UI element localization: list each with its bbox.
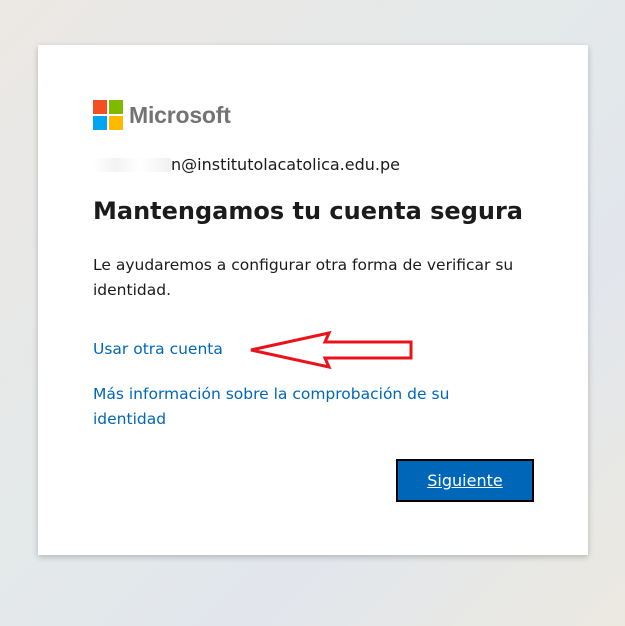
page-title: Mantengamos tu cuenta segura — [93, 197, 523, 225]
signin-card: Microsoft n@institutolacatolica.edu.pe M… — [38, 45, 588, 555]
microsoft-logo: Microsoft — [93, 100, 231, 130]
next-button[interactable]: Siguiente — [396, 459, 534, 502]
account-email: n@institutolacatolica.edu.pe — [171, 155, 400, 174]
page-description: Le ayudaremos a configurar otra forma de… — [93, 256, 514, 299]
annotation-arrow-icon — [250, 330, 413, 370]
account-identity: n@institutolacatolica.edu.pe — [93, 155, 400, 174]
brand-name: Microsoft — [129, 101, 231, 128]
redacted-username — [93, 157, 171, 172]
use-other-account-link[interactable]: Usar otra cuenta — [93, 337, 223, 362]
more-info-link[interactable]: Más información sobre la comprobación de… — [93, 382, 513, 432]
microsoft-logo-icon — [93, 100, 123, 130]
